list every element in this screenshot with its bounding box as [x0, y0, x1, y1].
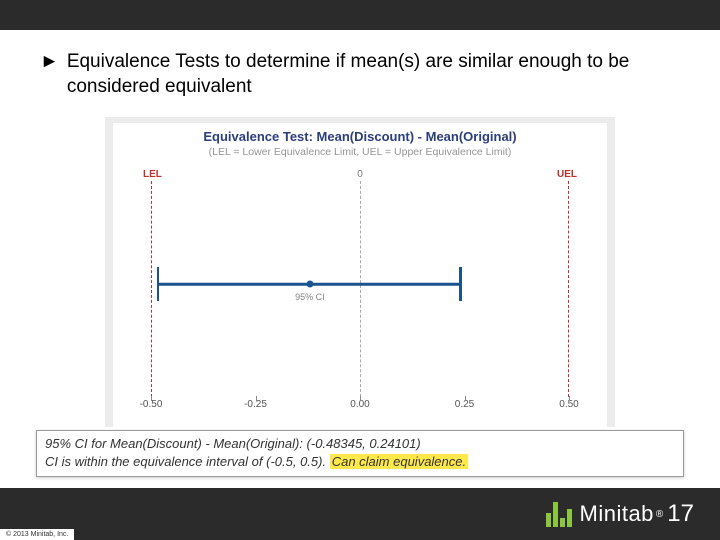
- tick-mark: [256, 396, 257, 401]
- ci-whisker-left: [157, 267, 160, 301]
- lel-line: [151, 181, 152, 397]
- slide-content: ► Equivalence Tests to determine if mean…: [0, 30, 720, 427]
- result-claim-highlight: Can claim equivalence.: [330, 454, 468, 469]
- x-axis-ticks: -0.50 -0.25 0.00 0.25 0.50: [151, 399, 569, 415]
- tick-mark: [569, 396, 570, 401]
- minitab-logo: Minitab ® 17: [546, 500, 695, 528]
- plot-area: LEL 0 UEL 95% CI -0.50 -0.25 0.00 0.25 0…: [151, 171, 569, 397]
- tick-mark: [151, 396, 152, 401]
- ci-point: [306, 281, 313, 288]
- result-box: 95% CI for Mean(Discount) - Mean(Origina…: [36, 430, 684, 477]
- copyright-text: © 2013 Minitab, Inc.: [0, 529, 74, 540]
- footer-bar: Minitab ® 17 © 2013 Minitab, Inc.: [0, 488, 720, 540]
- chart-panel: Equivalence Test: Mean(Discount) - Mean(…: [105, 117, 615, 427]
- logo-version: 17: [667, 500, 694, 528]
- logo-registered: ®: [656, 509, 663, 520]
- result-interval-text: CI is within the equivalence interval of…: [45, 454, 330, 469]
- ci-whisker-right: [459, 267, 462, 301]
- bullet-line: ► Equivalence Tests to determine if mean…: [40, 50, 680, 99]
- chart-title: Equivalence Test: Mean(Discount) - Mean(…: [113, 123, 607, 144]
- lel-label: LEL: [143, 169, 162, 180]
- result-ci-text: 95% CI for Mean(Discount) - Mean(Origina…: [45, 435, 675, 453]
- uel-line: [568, 181, 569, 397]
- tick-mark: [465, 396, 466, 401]
- bullet-marker: ►: [40, 50, 59, 99]
- logo-bars-icon: [546, 501, 574, 527]
- logo-text: Minitab: [580, 501, 654, 527]
- chart-subtitle: (LEL = Lower Equivalence Limit, UEL = Up…: [113, 144, 607, 158]
- result-conclusion: CI is within the equivalence interval of…: [45, 453, 675, 471]
- ci-label: 95% CI: [295, 292, 325, 302]
- zero-line: [360, 181, 361, 397]
- bullet-body: Equivalence Tests to determine if mean(s…: [67, 50, 680, 99]
- chart-inner: Equivalence Test: Mean(Discount) - Mean(…: [113, 123, 607, 427]
- top-bar: [0, 0, 720, 30]
- zero-label: 0: [357, 169, 363, 180]
- uel-label: UEL: [557, 169, 577, 180]
- tick-mark: [360, 396, 361, 401]
